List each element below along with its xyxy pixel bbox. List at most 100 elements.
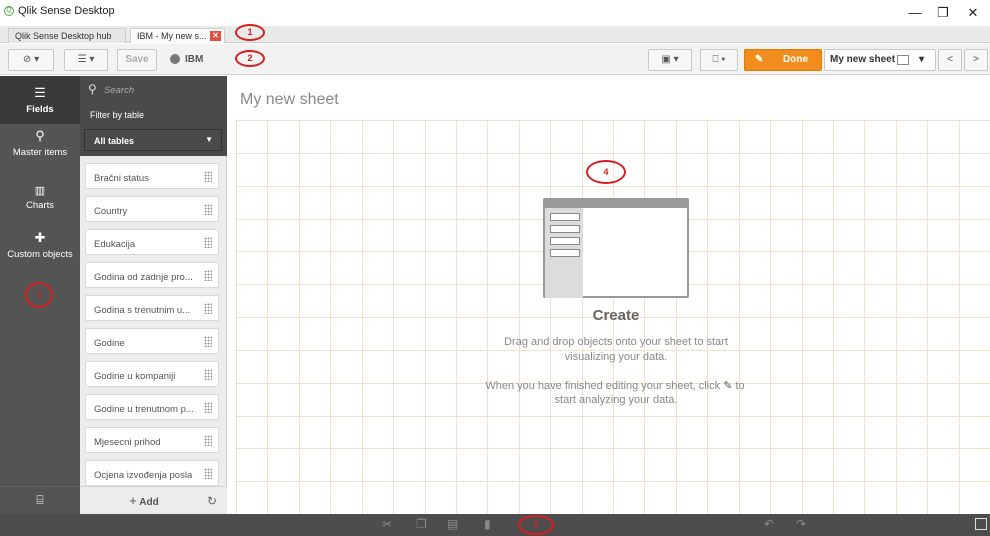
tab-label: Qlik Sense Desktop hub: [15, 31, 112, 41]
drag-handle-icon[interactable]: [204, 303, 212, 314]
field-item[interactable]: Ocjena izvođenja posla: [85, 460, 219, 486]
field-item[interactable]: Edukacija: [85, 229, 219, 255]
drag-handle-icon[interactable]: [204, 270, 212, 281]
delete-icon[interactable]: ▮: [484, 517, 491, 531]
sheet-selector[interactable]: My new sheet ▾: [824, 49, 936, 71]
filter-value: All tables: [94, 136, 135, 146]
refresh-icon[interactable]: ↻: [202, 491, 222, 511]
close-window-button[interactable]: ✕: [958, 3, 988, 23]
filter-label: Filter by table: [80, 104, 227, 126]
app-icon: [170, 54, 180, 64]
tab-close-icon[interactable]: ✕: [210, 31, 221, 41]
plus-icon: +: [129, 493, 137, 508]
previous-sheet-button[interactable]: <: [938, 49, 962, 71]
tab-sheet[interactable]: IBM - My new s... ✕: [130, 28, 225, 43]
field-item[interactable]: Godine u trenutnom p...: [85, 394, 219, 420]
toolbar: ⊘ ▾ ☰ ▾ Save IBM 2 ▣ ▾ ⎕ ▾ ✎ Done My new…: [0, 44, 990, 75]
add-label: Add: [139, 497, 159, 508]
rail-item-charts[interactable]: ▥ Charts: [0, 184, 80, 220]
field-label: Mjesecni prihod: [94, 437, 161, 448]
create-instructions-part: to: [735, 380, 745, 392]
rail-item-custom-objects[interactable]: ✚ Custom objects: [0, 230, 80, 270]
drag-handle-icon[interactable]: [204, 237, 212, 248]
drag-handle-icon[interactable]: [204, 336, 212, 347]
drag-handle-icon[interactable]: [204, 402, 212, 413]
undo-icon[interactable]: ↶: [764, 517, 774, 531]
done-button[interactable]: ✎ Done: [744, 49, 822, 71]
drag-handle-icon[interactable]: [204, 204, 212, 215]
annotation-marker: 3: [25, 282, 53, 308]
chart-icon: ▥: [34, 185, 46, 197]
drag-handle-icon[interactable]: [204, 369, 212, 380]
tab-label: IBM - My new s...: [137, 31, 207, 41]
rail-item-label: Fields: [26, 104, 54, 115]
annotation-marker: 4: [586, 160, 626, 184]
field-item[interactable]: Mjesecni prihod: [85, 427, 219, 453]
tab-hub[interactable]: Qlik Sense Desktop hub: [8, 28, 126, 43]
field-label: Ocjena izvođenja posla: [94, 470, 193, 481]
create-heading: Create: [592, 307, 640, 324]
bottom-toolbar: ✂ ❐ ▤ ▮ 5 ↶ ↷: [0, 514, 990, 536]
field-label: Godina s trenutnim u...: [94, 305, 191, 316]
rail-item-master-items[interactable]: ⚲ Master items: [0, 128, 80, 168]
bookmark-button[interactable]: ⎕ ▾: [700, 49, 738, 71]
toggle-panel-icon[interactable]: ⌸: [0, 486, 80, 514]
create-instructions-part: When you have finished editing your shee…: [485, 380, 721, 392]
puzzle-icon: ✚: [34, 230, 46, 245]
field-item[interactable]: Godina s trenutnim u...: [85, 295, 219, 321]
drag-handle-icon[interactable]: [204, 171, 212, 182]
redo-icon[interactable]: ↷: [796, 517, 806, 531]
paste-icon[interactable]: ▤: [447, 517, 458, 531]
rail-item-label: Master items: [12, 147, 68, 158]
create-instructions: When you have finished editing your shee…: [450, 379, 780, 392]
chevron-down-icon: ▾: [919, 54, 925, 65]
rail-item-label: Custom objects: [7, 249, 73, 260]
create-instructions: Drag and drop objects onto your sheet to…: [504, 336, 728, 348]
field-item[interactable]: Country: [85, 196, 219, 222]
assets-rail: ☰ Fields ⚲ Master items ▥ Charts ✚ Custo…: [0, 76, 80, 514]
rail-item-fields[interactable]: ☰ Fields: [0, 76, 80, 124]
rail-item-label: Charts: [26, 200, 54, 211]
search-box[interactable]: ⚲ Search: [80, 76, 227, 104]
add-button[interactable]: + Add: [90, 491, 198, 511]
field-item[interactable]: Godine u kompaniji: [85, 361, 219, 387]
next-sheet-button[interactable]: >: [964, 49, 988, 71]
navigation-menu-button[interactable]: ⊘ ▾: [8, 49, 54, 71]
field-item[interactable]: Bračni status: [85, 163, 219, 189]
field-label: Edukacija: [94, 239, 136, 250]
field-item[interactable]: Godina od zadnje pro...: [85, 262, 219, 288]
present-menu-button[interactable]: ▣ ▾: [648, 49, 692, 71]
drag-handle-icon[interactable]: [204, 435, 212, 446]
tab-strip: Qlik Sense Desktop hub IBM - My new s...…: [0, 24, 990, 43]
window-titlebar: Q Qlik Sense Desktop — ❐ ✕: [0, 0, 990, 26]
add-row: + Add ↻: [80, 486, 227, 514]
sheet-thumbnail-icon: [897, 55, 909, 65]
qlik-app-icon: Q: [4, 6, 14, 16]
field-label: Country: [94, 206, 128, 217]
table-filter-select[interactable]: All tables ▼: [84, 129, 222, 151]
properties-panel-icon[interactable]: [975, 518, 987, 530]
global-menu-button[interactable]: ☰ ▾: [64, 49, 108, 71]
annotation-marker: 5: [518, 515, 554, 535]
link-icon: ⚲: [35, 128, 45, 143]
cut-icon[interactable]: ✂: [382, 517, 392, 531]
save-button[interactable]: Save: [117, 49, 157, 71]
search-input[interactable]: Search: [104, 85, 134, 96]
database-icon: ☰: [34, 85, 46, 100]
field-item[interactable]: Godine: [85, 328, 219, 354]
chevron-down-icon: ▼: [205, 135, 213, 144]
create-instructions: visualizing your data.: [564, 351, 668, 363]
copy-icon[interactable]: ❐: [416, 517, 427, 531]
minimize-button[interactable]: —: [900, 3, 930, 23]
drag-handle-icon[interactable]: [204, 468, 212, 479]
create-illustration: [543, 198, 689, 298]
field-label: Bračni status: [94, 173, 149, 184]
annotation-marker: 1: [235, 24, 265, 41]
restore-button[interactable]: ❐: [928, 3, 958, 23]
pencil-icon: ✎: [723, 380, 733, 392]
sheet-title[interactable]: My new sheet: [240, 91, 339, 109]
done-label: Done: [783, 54, 808, 65]
window-title: Qlik Sense Desktop: [18, 5, 115, 17]
annotation-marker: 2: [235, 50, 265, 67]
sheet-name: My new sheet: [830, 54, 896, 65]
